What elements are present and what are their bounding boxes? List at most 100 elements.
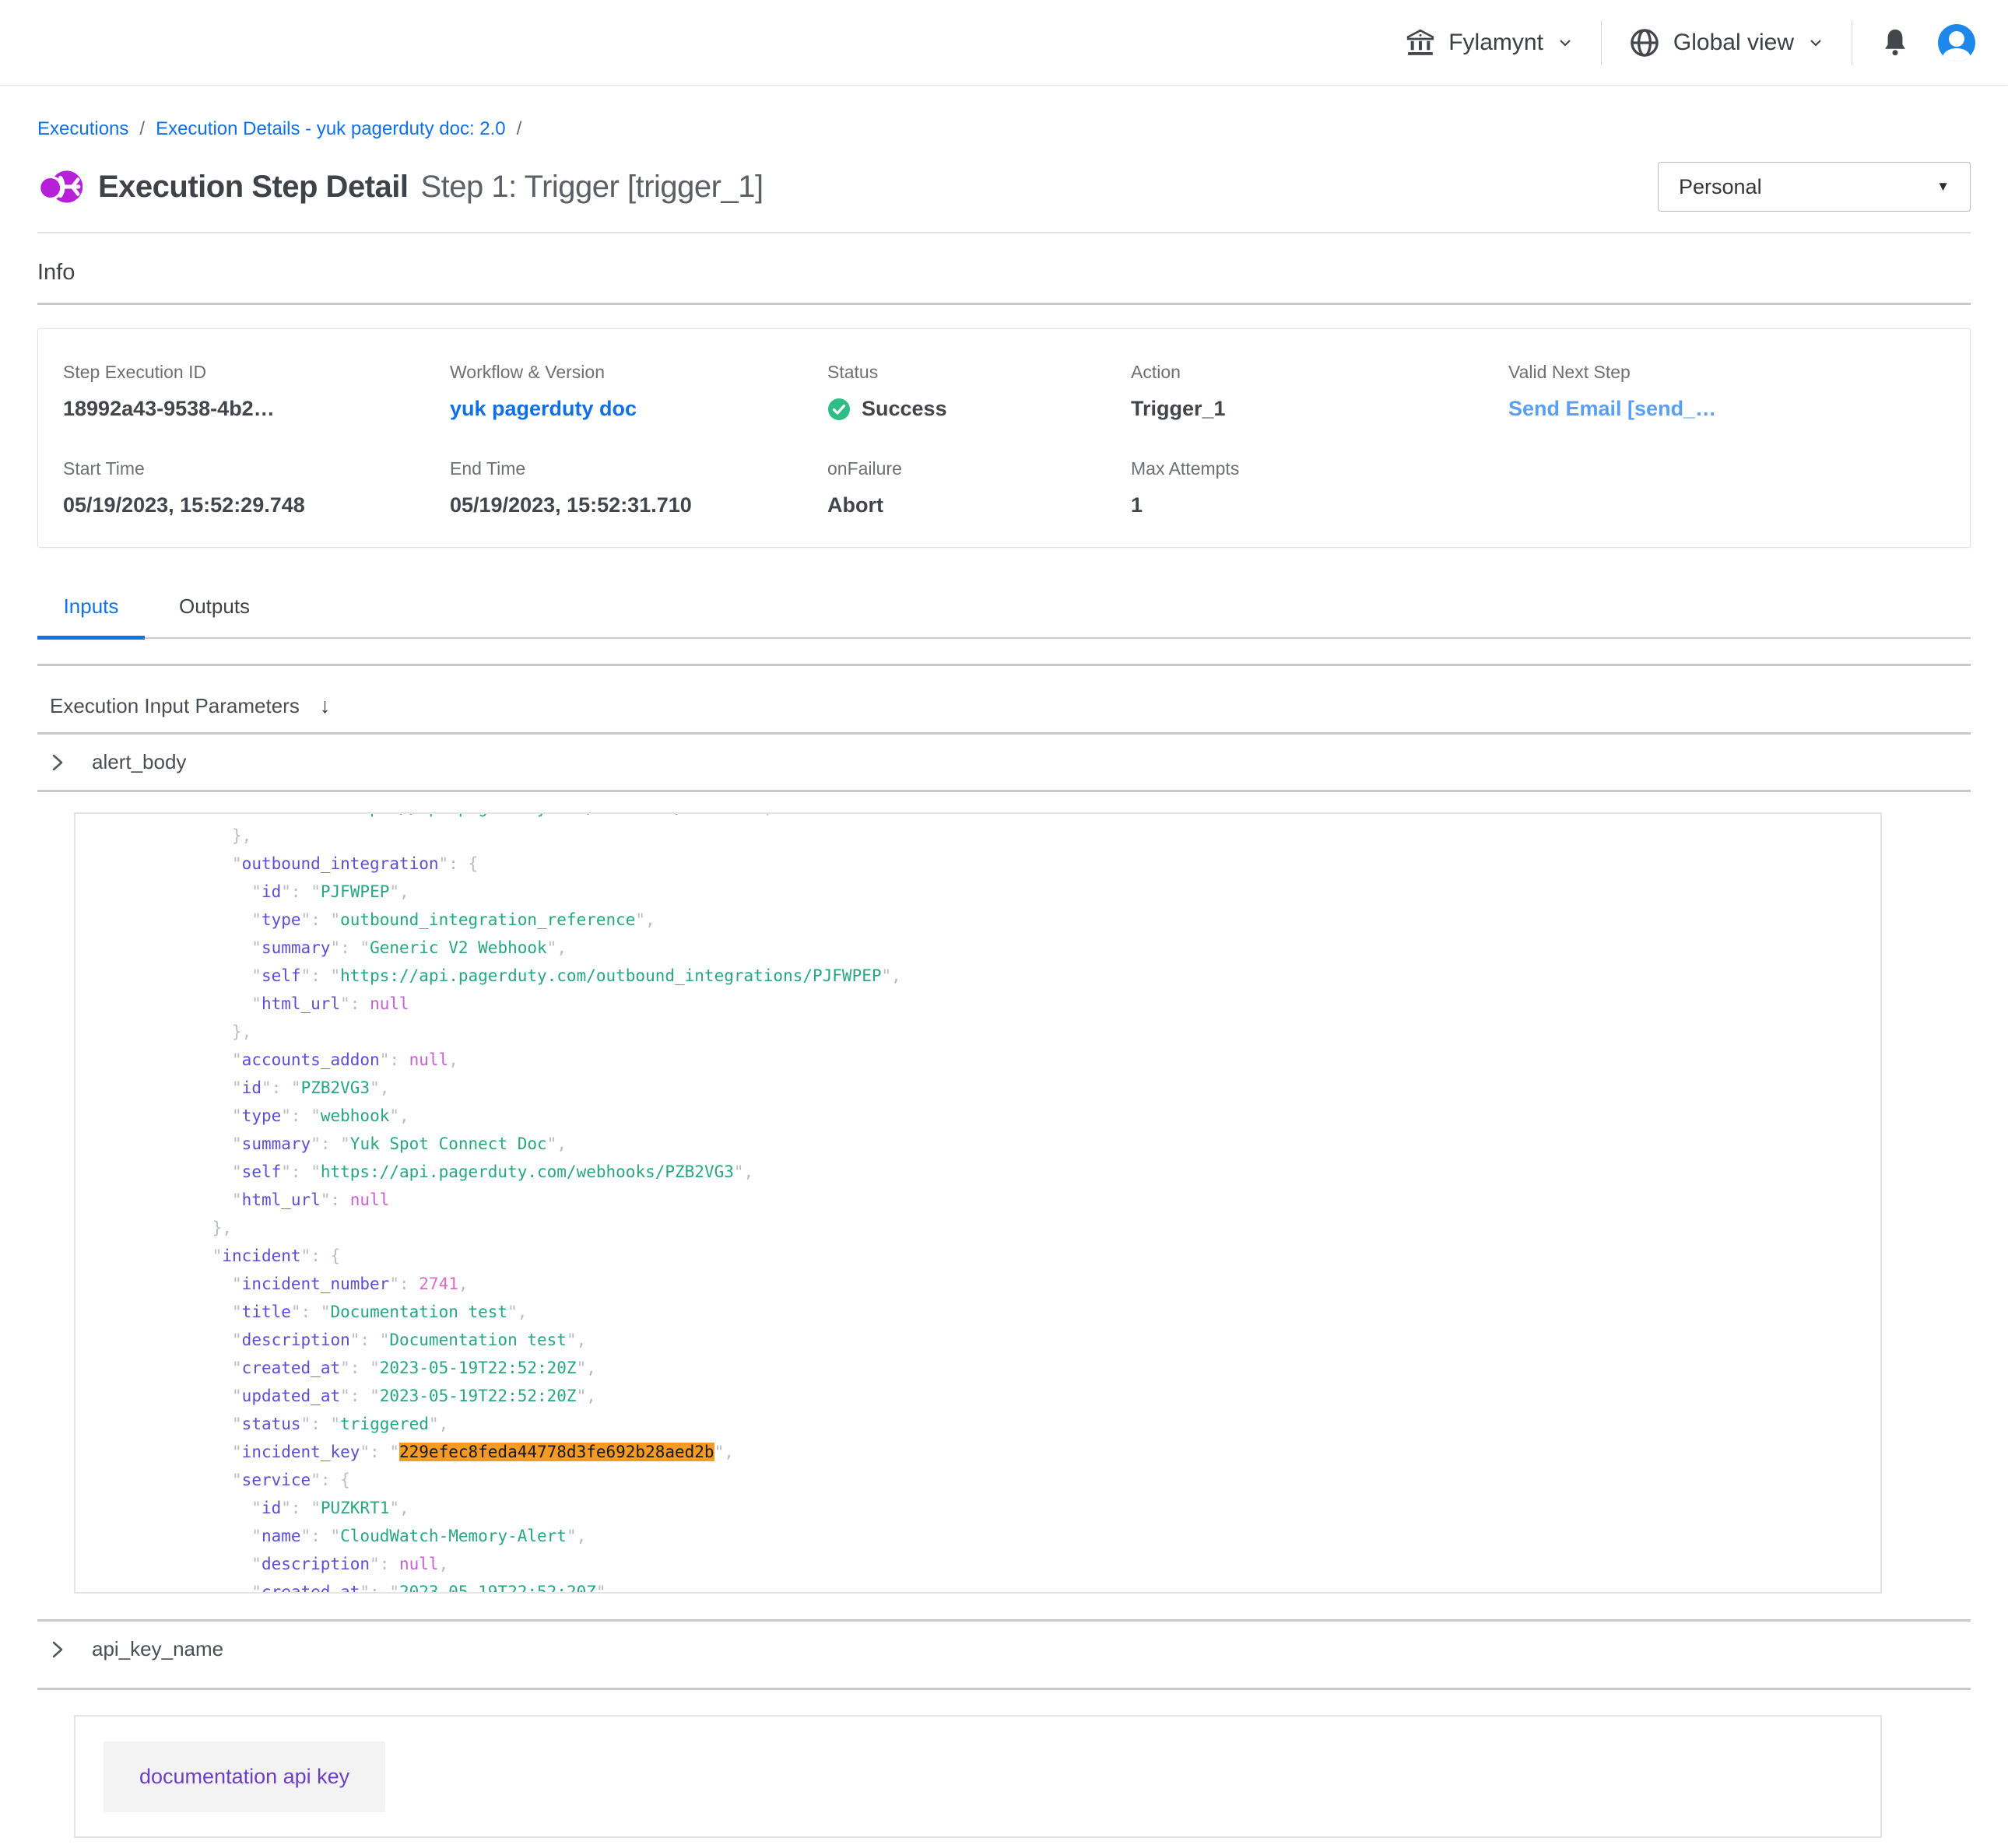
- user-avatar[interactable]: [1938, 24, 1975, 61]
- field-valid-next-step: Valid Next Step Send Email [send_…: [1483, 362, 1970, 421]
- field-label: Action: [1131, 362, 1483, 383]
- json-code-line: },: [94, 822, 1880, 850]
- json-code-line: "incident": {: [94, 1242, 1880, 1270]
- field-label: Status: [827, 362, 1106, 383]
- json-code-line: "id": "PJFWPEP",: [94, 878, 1880, 906]
- json-code-line: "summary": "Yuk Spot Connect Doc",: [94, 1130, 1880, 1158]
- section-divider: [37, 1688, 1971, 1690]
- json-code-line: "description": null,: [94, 1550, 1880, 1578]
- field-start-time: Start Time 05/19/2023, 15:52:29.748: [38, 458, 425, 517]
- param-name: api_key_name: [92, 1637, 223, 1661]
- page-title: Execution Step Detail: [98, 170, 408, 205]
- field-label: Workflow & Version: [450, 362, 802, 383]
- field-label: onFailure: [827, 458, 1106, 479]
- json-code-line: "created_at": "2023-05-19T22:52:20Z",: [94, 1354, 1880, 1382]
- title-divider: [37, 232, 1971, 233]
- field-label: Start Time: [63, 458, 425, 479]
- field-label: Max Attempts: [1131, 458, 1483, 479]
- json-code-line: "incident_key": "229efec8feda44778d3fe69…: [94, 1438, 1880, 1466]
- field-end-time: End Time 05/19/2023, 15:52:31.710: [425, 458, 802, 517]
- field-label: Valid Next Step: [1508, 362, 1970, 383]
- caret-down-icon: ▼: [1936, 179, 1950, 195]
- param-row-alert-body[interactable]: alert_body: [37, 735, 1971, 790]
- chevron-down-icon: [1556, 33, 1574, 52]
- main-content: Executions / Execution Details - yuk pag…: [0, 118, 2008, 1848]
- json-code-line: "self": "https://api.pagerduty.com/servi…: [94, 812, 1880, 822]
- org-selector[interactable]: Fylamynt: [1405, 27, 1574, 58]
- json-code-line: "html_url": null: [94, 990, 1880, 1018]
- field-status: Status Success: [802, 362, 1106, 421]
- json-code-line: "description": "Documentation test",: [94, 1326, 1880, 1354]
- json-code-line: "service": {: [94, 1466, 1880, 1494]
- execution-info-card: Step Execution ID 18992a43-9538-4b2… Wor…: [37, 328, 1971, 548]
- notifications-bell-icon[interactable]: [1879, 26, 1911, 59]
- json-code-line: "id": "PUZKRT1",: [94, 1494, 1880, 1522]
- json-code-line: "created_at": "2023-05-19T22:52:20Z",: [94, 1578, 1880, 1594]
- field-value: 05/19/2023, 15:52:29.748: [63, 493, 425, 517]
- json-code-line: "status": "triggered",: [94, 1410, 1880, 1438]
- json-code-line: "type": "outbound_integration_reference"…: [94, 906, 1880, 934]
- page-title-row: Execution Step Detail Step 1: Trigger [t…: [37, 162, 1971, 212]
- topbar-divider: [1601, 20, 1602, 65]
- execution-input-parameters-heading: Execution Input Parameters: [50, 694, 300, 718]
- json-code-line: "type": "webhook",: [94, 1102, 1880, 1130]
- field-empty: [1483, 458, 1970, 517]
- breadcrumb-executions-link[interactable]: Executions: [37, 118, 128, 140]
- status-badge: Success: [862, 397, 947, 421]
- json-code-line: "html_url": null: [94, 1186, 1880, 1214]
- info-divider: [37, 303, 1971, 305]
- json-code-line: "accounts_addon": null,: [94, 1046, 1880, 1074]
- org-name-label: Fylamynt: [1448, 30, 1543, 56]
- json-code-line: "title": "Documentation test",: [94, 1298, 1880, 1326]
- field-workflow-version: Workflow & Version yuk pagerduty doc: [425, 362, 802, 421]
- json-code-line: "incident_number": 2741,: [94, 1270, 1880, 1298]
- chevron-right-icon: [50, 1639, 65, 1660]
- top-navigation-bar: Fylamynt Global view: [0, 0, 2008, 86]
- scope-select-value: Personal: [1679, 175, 1762, 199]
- field-step-execution-id: Step Execution ID 18992a43-9538-4b2…: [38, 362, 425, 421]
- field-value: Trigger_1: [1131, 397, 1483, 421]
- field-label: Step Execution ID: [63, 362, 425, 383]
- inputs-outputs-tabs: Inputs Outputs: [37, 594, 1971, 639]
- view-name-label: Global view: [1673, 30, 1794, 56]
- avatar-body-shape: [1943, 48, 1971, 61]
- json-code-line: "self": "https://api.pagerduty.com/outbo…: [94, 962, 1880, 990]
- scope-select-dropdown[interactable]: Personal ▼: [1658, 162, 1971, 212]
- field-value: Abort: [827, 493, 1106, 517]
- json-code-line: "self": "https://api.pagerduty.com/webho…: [94, 1158, 1880, 1186]
- breadcrumb-separator: /: [517, 118, 522, 140]
- breadcrumb-execution-details-link[interactable]: Execution Details - yuk pagerduty doc: 2…: [156, 118, 506, 140]
- tab-outputs[interactable]: Outputs: [179, 594, 250, 637]
- page-subtitle: Step 1: Trigger [trigger_1]: [420, 170, 763, 205]
- alert-body-json-viewer[interactable]: "self": "https://api.pagerduty.com/servi…: [74, 812, 1882, 1594]
- param-row-api-key-name[interactable]: api_key_name: [37, 1622, 1971, 1677]
- field-label: End Time: [450, 458, 802, 479]
- breadcrumb-separator: /: [139, 118, 145, 140]
- chevron-down-icon: [1806, 33, 1825, 52]
- tab-inputs[interactable]: Inputs: [37, 594, 145, 640]
- download-arrow-icon[interactable]: ↓: [320, 694, 331, 718]
- json-code-line: "name": "CloudWatch-Memory-Alert",: [94, 1522, 1880, 1550]
- field-action: Action Trigger_1: [1106, 362, 1483, 421]
- json-code-line: },: [94, 1214, 1880, 1242]
- chevron-right-icon: [50, 752, 65, 773]
- execution-input-parameters-header: Execution Input Parameters ↓: [37, 682, 1971, 732]
- section-divider: [37, 664, 1971, 666]
- field-value: 05/19/2023, 15:52:31.710: [450, 493, 802, 517]
- view-selector[interactable]: Global view: [1628, 26, 1825, 59]
- json-code-line: "id": "PZB2VG3",: [94, 1074, 1880, 1102]
- breadcrumb: Executions / Execution Details - yuk pag…: [37, 118, 1971, 140]
- avatar-head-shape: [1949, 31, 1964, 47]
- execution-step-detail-page: Fylamynt Global view: [0, 0, 2008, 1848]
- workflow-link[interactable]: yuk pagerduty doc: [450, 397, 637, 420]
- workflow-brand-icon: [37, 164, 82, 209]
- field-max-attempts: Max Attempts 1: [1106, 458, 1483, 517]
- info-section-heading: Info: [37, 260, 1971, 286]
- json-code-line: },: [94, 1018, 1880, 1046]
- next-step-link[interactable]: Send Email [send_…: [1508, 397, 1716, 420]
- success-check-icon: [827, 398, 851, 421]
- api-key-name-chip[interactable]: documentation api key: [104, 1741, 385, 1812]
- field-value: 1: [1131, 493, 1483, 517]
- json-code-lines: "self": "https://api.pagerduty.com/servi…: [75, 812, 1880, 1594]
- api-key-name-value-box: documentation api key: [74, 1715, 1882, 1838]
